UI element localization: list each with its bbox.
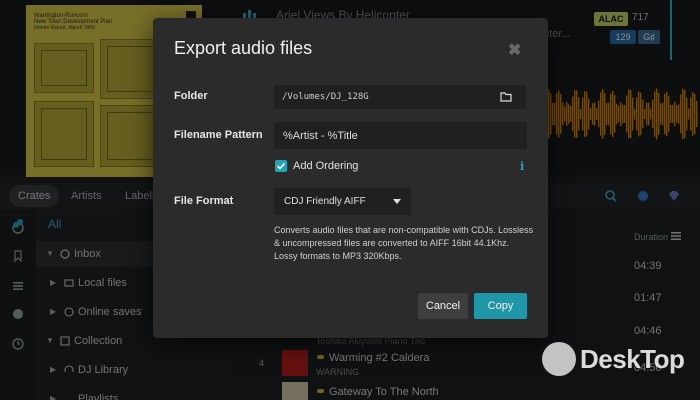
watermark: DeskTop bbox=[542, 342, 692, 376]
folder-icon[interactable] bbox=[500, 91, 512, 102]
watermark-logo bbox=[542, 342, 576, 376]
format-description: Converts audio files that are non-compat… bbox=[274, 225, 534, 261]
filename-pattern-label: Filename Pattern bbox=[174, 129, 263, 141]
folder-field[interactable]: /Volumes/DJ_128G bbox=[274, 85, 526, 109]
file-format-select[interactable]: CDJ Friendly AIFF bbox=[274, 188, 411, 215]
add-ordering-checkbox[interactable] bbox=[275, 160, 287, 172]
add-ordering-label[interactable]: Add Ordering bbox=[293, 160, 358, 172]
checkmark-icon bbox=[276, 162, 286, 170]
export-dialog: Export audio files ✖ Folder /Volumes/DJ_… bbox=[153, 18, 548, 338]
copy-button[interactable]: Copy bbox=[474, 293, 527, 319]
cancel-button[interactable]: Cancel bbox=[418, 293, 468, 319]
filename-pattern-input[interactable] bbox=[274, 122, 527, 149]
folder-path: /Volumes/DJ_128G bbox=[282, 92, 369, 102]
info-icon[interactable]: i bbox=[520, 160, 524, 173]
folder-label: Folder bbox=[174, 90, 208, 102]
file-format-label: File Format bbox=[174, 195, 234, 207]
watermark-text: DeskTop bbox=[580, 344, 685, 374]
close-icon[interactable]: ✖ bbox=[508, 40, 521, 60]
dialog-title: Export audio files bbox=[174, 38, 313, 58]
file-format-value: CDJ Friendly AIFF bbox=[284, 196, 366, 207]
chevron-down-icon bbox=[393, 199, 401, 204]
